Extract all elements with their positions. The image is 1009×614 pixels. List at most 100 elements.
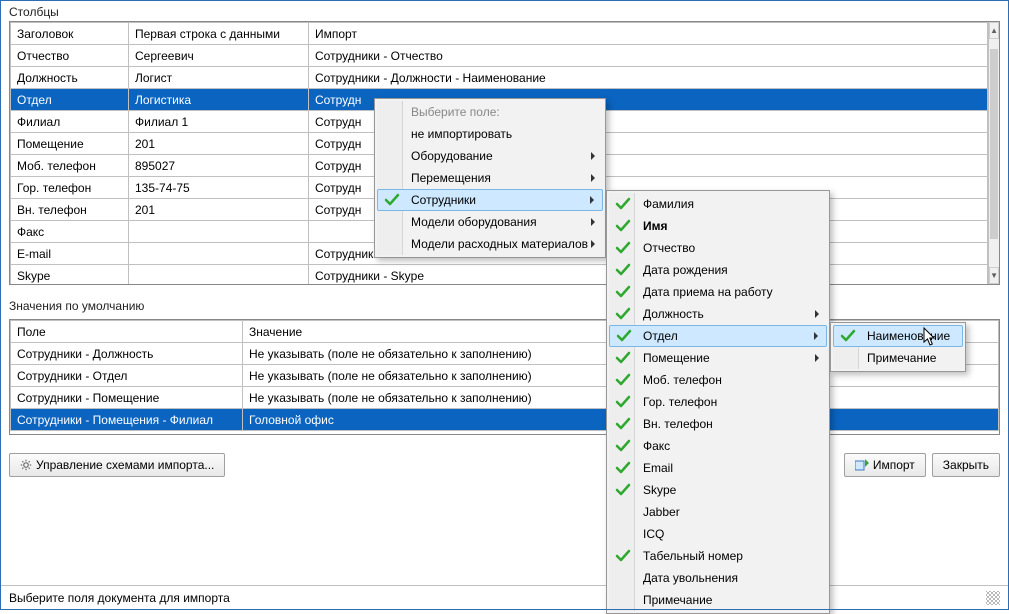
table-row[interactable]: ДолжностьЛогистСотрудники - Должности - …	[11, 67, 988, 89]
table-cell[interactable]: Сотрудники - Помещения - Филиал	[11, 409, 243, 431]
table-cell[interactable]	[129, 243, 309, 265]
menu-item[interactable]: Дата приема на работу	[609, 281, 827, 303]
table-row[interactable]: ОтчествоСергеевичСотрудники - Отчество	[11, 45, 988, 67]
table-cell[interactable]: Skype	[11, 265, 129, 285]
chevron-right-icon	[814, 332, 818, 340]
scroll-up-button[interactable]: ▲	[989, 22, 999, 39]
menu-item-label: Дата рождения	[643, 263, 728, 277]
menu-item[interactable]: Дата увольнения	[609, 567, 827, 589]
defaults-section-title: Значения по умолчанию	[1, 295, 1008, 315]
menu-item[interactable]: Фамилия	[609, 193, 827, 215]
table-row[interactable]: Сотрудники - ПомещениеНе указывать (поле…	[11, 387, 999, 409]
table-cell[interactable]: Сотрудники - Должности - Наименование	[309, 67, 988, 89]
chevron-right-icon	[591, 152, 595, 160]
table-cell[interactable]: Сотрудники - Отдел	[11, 365, 243, 387]
menu-item[interactable]: Skype	[609, 479, 827, 501]
table-cell[interactable]: Сотрудники - Отчество	[309, 45, 988, 67]
menu-item[interactable]: Факс	[609, 435, 827, 457]
menu-item[interactable]: Вн. телефон	[609, 413, 827, 435]
table-cell[interactable]: Филиал 1	[129, 111, 309, 133]
menu-item-label: Фамилия	[643, 197, 694, 211]
menu-item[interactable]: Сотрудники	[377, 189, 603, 211]
table-cell[interactable]: Вн. телефон	[11, 199, 129, 221]
menu-item-label: Отчество	[643, 241, 695, 255]
table-cell[interactable]: Логистика	[129, 89, 309, 111]
menu-item-label: Перемещения	[411, 171, 491, 185]
context-menu-fields[interactable]: Выберите поле:не импортироватьОборудован…	[374, 98, 606, 258]
table-cell[interactable]: Логист	[129, 67, 309, 89]
menu-item[interactable]: ICQ	[609, 523, 827, 545]
table-cell[interactable]: 201	[129, 133, 309, 155]
table-cell[interactable]: Отчество	[11, 45, 129, 67]
table-cell[interactable]: Гор. телефон	[11, 177, 129, 199]
col-header[interactable]: Первая строка с данными	[129, 23, 309, 45]
table-cell[interactable]: Помещение	[11, 133, 129, 155]
check-icon	[616, 328, 632, 344]
menu-item[interactable]: Табельный номер	[609, 545, 827, 567]
vertical-scrollbar[interactable]: ▲ ▼	[988, 22, 999, 284]
menu-item[interactable]: Отдел	[609, 325, 827, 347]
bottom-toolbar: Управление схемами импорта... Импорт Зак…	[1, 447, 1008, 483]
table-row[interactable]: SkypeСотрудники - Skype	[11, 265, 988, 285]
import-button[interactable]: Импорт	[844, 453, 926, 477]
chevron-right-icon	[590, 196, 594, 204]
table-cell[interactable]: 895027	[129, 155, 309, 177]
table-cell[interactable]	[129, 221, 309, 243]
check-icon	[615, 196, 631, 212]
menu-item[interactable]: Модели оборудования	[377, 211, 603, 233]
menu-item[interactable]: Гор. телефон	[609, 391, 827, 413]
scroll-down-button[interactable]: ▼	[989, 267, 999, 284]
table-cell[interactable]	[129, 265, 309, 285]
menu-item-label: Примечание	[867, 351, 936, 365]
chevron-right-icon	[591, 218, 595, 226]
table-cell[interactable]: 135-74-75	[129, 177, 309, 199]
table-cell[interactable]: Сергеевич	[129, 45, 309, 67]
context-submenu-department[interactable]: Наименование Примечание	[830, 322, 966, 372]
table-header-row: Заголовок Первая строка с данными Импорт	[11, 23, 988, 45]
context-submenu-employees[interactable]: Фамилия Имя Отчество Дата рождения Дата прие…	[606, 190, 830, 614]
scroll-track[interactable]	[989, 39, 999, 267]
menu-item[interactable]: Примечание	[609, 589, 827, 611]
menu-item[interactable]: Email	[609, 457, 827, 479]
menu-item-label: Помещение	[643, 351, 710, 365]
table-cell[interactable]: Моб. телефон	[11, 155, 129, 177]
table-cell[interactable]: Факс	[11, 221, 129, 243]
chevron-right-icon	[591, 174, 595, 182]
menu-item-label: Модели оборудования	[411, 215, 537, 229]
table-cell[interactable]: 201	[129, 199, 309, 221]
close-label: Закрыть	[943, 458, 989, 472]
menu-item[interactable]: Имя	[609, 215, 827, 237]
table-cell[interactable]: Сотрудники - Помещение	[11, 387, 243, 409]
menu-item[interactable]: Отчество	[609, 237, 827, 259]
table-cell[interactable]: E-mail	[11, 243, 129, 265]
menu-item[interactable]: не импортировать	[377, 123, 603, 145]
close-button[interactable]: Закрыть	[932, 453, 1000, 477]
manage-schemas-button[interactable]: Управление схемами импорта...	[9, 453, 225, 477]
menu-item[interactable]: Jabber	[609, 501, 827, 523]
scroll-thumb[interactable]	[990, 49, 998, 239]
table-cell[interactable]: Филиал	[11, 111, 129, 133]
table-row[interactable]: Сотрудники - Помещения - ФилиалГоловной …	[11, 409, 999, 431]
resize-grip-icon[interactable]	[986, 591, 1000, 605]
menu-item-label: Email	[643, 461, 673, 475]
menu-item[interactable]: Модели расходных материалов	[377, 233, 603, 255]
table-cell[interactable]: Должность	[11, 67, 129, 89]
menu-item[interactable]: Должность	[609, 303, 827, 325]
menu-item-label: Отдел	[643, 329, 678, 343]
menu-item[interactable]: Моб. телефон	[609, 369, 827, 391]
menu-item[interactable]: Оборудование	[377, 145, 603, 167]
menu-item[interactable]: Перемещения	[377, 167, 603, 189]
menu-item[interactable]: Наименование	[833, 325, 963, 347]
table-cell[interactable]: Сотрудники - Должность	[11, 343, 243, 365]
col-header[interactable]: Импорт	[309, 23, 988, 45]
menu-item[interactable]: Помещение	[609, 347, 827, 369]
menu-item[interactable]: Примечание	[833, 347, 963, 369]
menu-item-label: Примечание	[643, 593, 712, 607]
col-header[interactable]: Поле	[11, 321, 243, 343]
menu-item[interactable]: Дата рождения	[609, 259, 827, 281]
table-cell[interactable]: Отдел	[11, 89, 129, 111]
menu-item-label: Дата увольнения	[643, 571, 738, 585]
check-icon	[615, 262, 631, 278]
col-header[interactable]: Заголовок	[11, 23, 129, 45]
menu-item-label: Должность	[643, 307, 704, 321]
